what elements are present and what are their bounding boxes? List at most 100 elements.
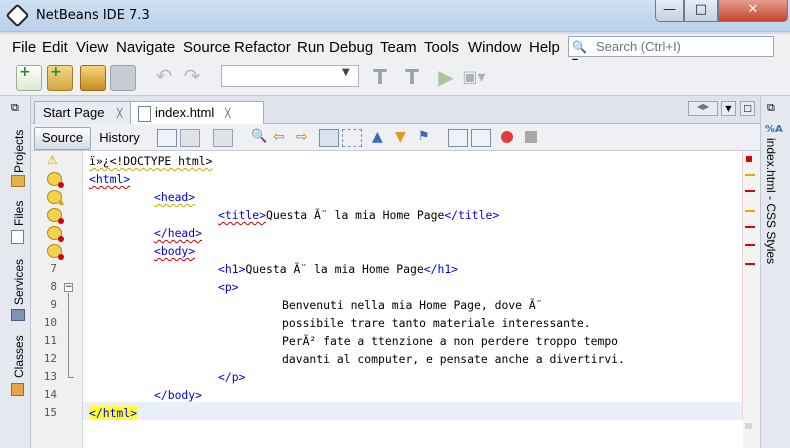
close-icon[interactable]: ╳ <box>225 108 230 119</box>
error-mark[interactable] <box>745 190 755 192</box>
files-icon <box>11 230 24 244</box>
css-styles-panel-tab[interactable]: index.html - CSS Styles <box>764 138 778 264</box>
project-configuration-select[interactable] <box>221 65 359 87</box>
warning-mark[interactable] <box>745 174 755 176</box>
warning-mark[interactable] <box>745 210 755 212</box>
find-icon[interactable]: 🔍 <box>251 129 269 145</box>
line-number: 11 <box>43 334 57 347</box>
back-icon[interactable] <box>180 129 200 147</box>
scroll-thumb[interactable] <box>745 423 752 429</box>
new-file-icon[interactable]: + <box>16 64 42 91</box>
tag-close: </h1> <box>423 262 459 276</box>
menu-debug[interactable]: Debug <box>329 39 373 56</box>
menu-navigate[interactable]: Navigate <box>116 39 175 56</box>
menu-file[interactable]: File <box>12 39 36 56</box>
last-edit-icon[interactable] <box>157 129 177 147</box>
projects-panel-tab[interactable]: Projects <box>12 130 26 173</box>
open-project-icon[interactable] <box>80 65 106 91</box>
toggle-bookmark-icon[interactable]: ⚑ <box>418 129 436 145</box>
fold-toggle-icon[interactable]: − <box>64 283 73 292</box>
debug-icon[interactable]: ▣▾ <box>462 65 486 89</box>
code-line: <head> <box>154 190 196 204</box>
code-line: </p> <box>218 370 246 384</box>
error-stripe <box>743 151 760 448</box>
code-line: <h1>Questa Ã¨ la mia Home Page</h1> <box>218 260 458 278</box>
window-title: NetBeans IDE 7.3 <box>36 8 150 23</box>
shift-right-icon[interactable] <box>471 129 491 147</box>
menu-run[interactable]: Run <box>297 39 325 56</box>
files-panel-tab[interactable]: Files <box>12 201 26 226</box>
toggle-rect-select-icon[interactable] <box>342 129 362 147</box>
line-number: 10 <box>43 316 57 329</box>
code-line: </head> <box>154 226 203 240</box>
maximize-button[interactable]: □ <box>684 0 718 22</box>
hint-warning-icon[interactable]: ▲ <box>47 190 64 206</box>
classes-panel-tab[interactable]: Classes <box>12 335 26 378</box>
menu-window[interactable]: Window <box>468 39 521 56</box>
previous-bookmark-icon[interactable]: ▲ <box>372 129 390 145</box>
hint-error-icon[interactable] <box>47 172 64 188</box>
maximize-editor-icon[interactable]: □ <box>740 101 755 116</box>
undo-icon[interactable]: ↶ <box>152 65 176 89</box>
tag-open: <h1> <box>218 262 246 276</box>
menu-team[interactable]: Team <box>380 39 417 56</box>
error-status-icon[interactable] <box>746 156 752 162</box>
warning-icon[interactable]: ⚠ <box>47 154 60 166</box>
fold-guide <box>68 293 69 378</box>
code-line: davanti al computer, e pensate anche a d… <box>282 352 625 366</box>
hint-error-icon[interactable] <box>47 208 64 224</box>
line-number: 8 <box>50 280 57 293</box>
build-hammer-icon[interactable]: T <box>368 65 392 89</box>
redo-icon[interactable]: ↷ <box>180 65 204 89</box>
history-view-button[interactable]: History <box>92 127 147 150</box>
next-bookmark-icon[interactable]: ▼ <box>395 129 413 145</box>
code-line: <p> <box>218 280 239 294</box>
tab-list-dropdown-icon[interactable]: ▼ <box>721 101 736 116</box>
search-icon[interactable]: 🔍▾ <box>572 40 590 68</box>
find-next-icon[interactable]: ⇨ <box>296 129 314 145</box>
code-line: possibile trare tanto materiale interess… <box>282 316 591 330</box>
hint-error-icon[interactable] <box>47 244 64 260</box>
code-line: </body> <box>154 388 203 402</box>
menu-view[interactable]: View <box>76 39 108 56</box>
line-number: 13 <box>43 370 57 383</box>
clean-build-icon[interactable]: T <box>400 65 424 89</box>
tag-open: <title> <box>218 208 267 222</box>
restore-window-icon[interactable]: ⧉ <box>11 101 19 115</box>
menu-edit[interactable]: Edit <box>42 39 68 56</box>
shift-left-icon[interactable] <box>448 129 468 147</box>
code-text: ï»¿<!DOCTYPE html> <box>89 154 213 168</box>
start-macro-recording-icon[interactable] <box>501 131 513 143</box>
hint-error-icon[interactable] <box>47 226 64 242</box>
menu-source[interactable]: Source <box>183 39 231 56</box>
run-icon[interactable]: ▶ <box>434 65 458 89</box>
services-icon <box>11 309 25 321</box>
css-styles-icon: %A <box>765 124 783 135</box>
tab-label: Start Page <box>43 105 105 120</box>
restore-window-icon[interactable]: ⧉ <box>767 101 775 115</box>
menu-help[interactable]: Help <box>529 39 560 56</box>
source-view-button[interactable]: Source <box>34 127 91 150</box>
code-line: <html> <box>89 172 131 186</box>
menu-refactor[interactable]: Refactor <box>234 39 291 56</box>
code-line: ï»¿<!DOCTYPE html> <box>89 152 212 170</box>
services-panel-tab[interactable]: Services <box>12 259 26 305</box>
close-icon[interactable]: ╳ <box>117 108 122 119</box>
save-all-icon[interactable] <box>110 65 136 91</box>
forward-icon[interactable] <box>213 129 233 147</box>
error-mark[interactable] <box>745 226 755 228</box>
menu-tools[interactable]: Tools <box>424 39 459 56</box>
error-mark[interactable] <box>745 263 755 265</box>
minimize-button[interactable]: — <box>655 0 684 22</box>
new-project-icon[interactable]: + <box>47 64 73 91</box>
toggle-highlight-icon[interactable] <box>319 129 339 147</box>
find-previous-icon[interactable]: ⇦ <box>273 129 291 145</box>
code-line: Benvenuti nella mia Home Page, dove Ã¨ <box>282 298 543 312</box>
close-button[interactable]: ✕ <box>718 0 788 22</box>
tab-scroll-arrows-icon[interactable]: ◀▶ <box>688 101 718 116</box>
error-mark[interactable] <box>745 244 755 246</box>
chevron-down-icon: ▼ <box>342 67 350 78</box>
stop-macro-recording-icon[interactable] <box>525 131 537 143</box>
fold-guide-end <box>68 377 74 378</box>
search-input[interactable] <box>596 38 771 55</box>
